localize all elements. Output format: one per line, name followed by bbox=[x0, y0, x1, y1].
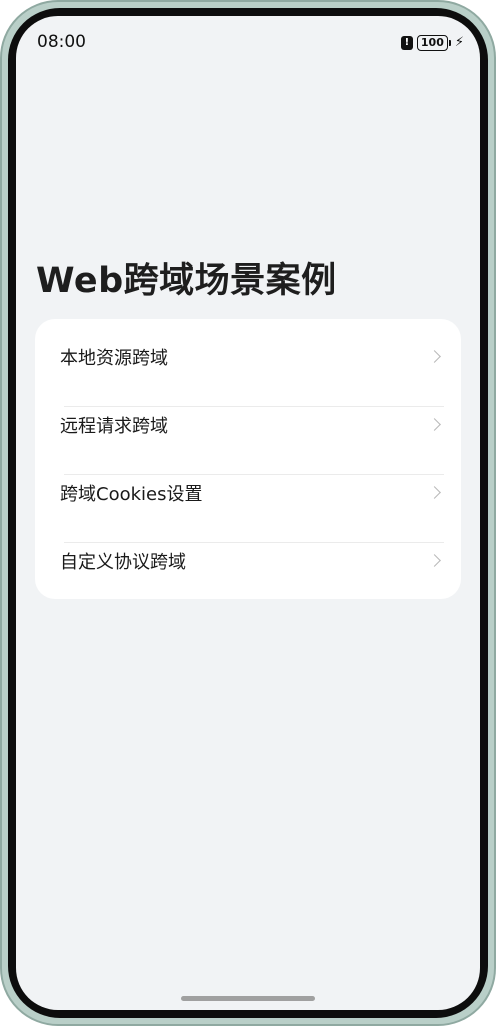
list-item-custom-protocol-cors[interactable]: 自定义协议跨域 bbox=[35, 527, 461, 595]
status-bar: 08:00 ! 100 ⚡ bbox=[16, 16, 480, 68]
exclamation-icon: ! bbox=[400, 36, 413, 50]
battery-icon: 100 bbox=[416, 35, 451, 51]
list-item-cookies-settings[interactable]: 跨域Cookies设置 bbox=[35, 459, 461, 527]
list-item-label: 远程请求跨域 bbox=[60, 416, 168, 437]
list-item-label: 跨域Cookies设置 bbox=[60, 484, 203, 505]
list-item-label: 本地资源跨域 bbox=[60, 348, 168, 369]
chevron-right-icon bbox=[428, 554, 441, 567]
home-indicator[interactable] bbox=[181, 996, 315, 1001]
page-title: Web跨域场景案例 bbox=[36, 261, 337, 301]
list-item-remote-request-cors[interactable]: 远程请求跨域 bbox=[35, 391, 461, 459]
menu-list: 本地资源跨域 远程请求跨域 跨域Cookies设置 自定义协议跨域 bbox=[35, 319, 461, 599]
battery-level: 100 bbox=[420, 36, 444, 49]
chevron-right-icon bbox=[428, 418, 441, 431]
screen: 08:00 ! 100 ⚡ Web跨域场景案例 本地资源跨域 远程请求跨域 跨域… bbox=[16, 16, 480, 1010]
chevron-right-icon bbox=[428, 486, 441, 499]
lightning-bolt-icon: ⚡ bbox=[454, 35, 464, 50]
list-item-local-resource-cors[interactable]: 本地资源跨域 bbox=[35, 323, 461, 391]
chevron-right-icon bbox=[428, 350, 441, 363]
list-item-label: 自定义协议跨域 bbox=[60, 552, 186, 573]
status-icons: ! 100 ⚡ bbox=[400, 35, 464, 51]
status-time: 08:00 bbox=[37, 32, 86, 52]
